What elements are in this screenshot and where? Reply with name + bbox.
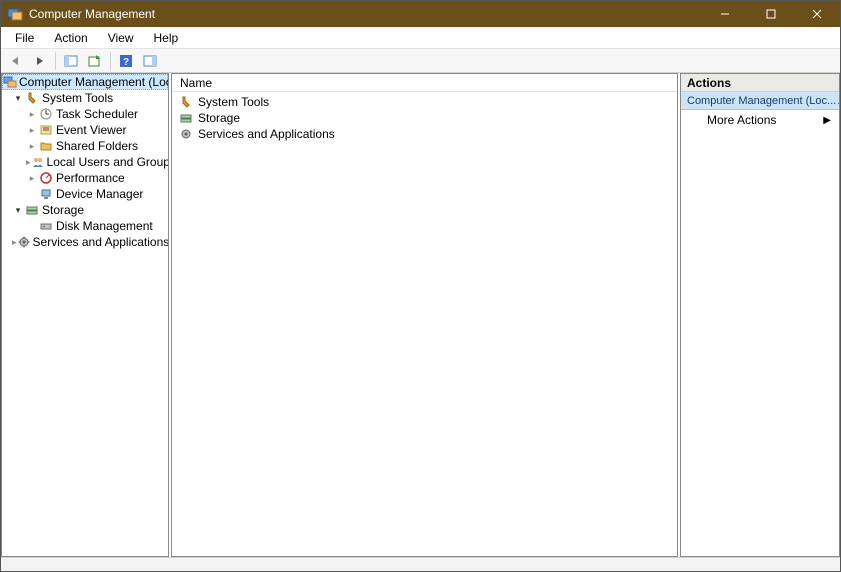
tree-label: Disk Management: [56, 219, 153, 233]
list-item-label: Storage: [198, 111, 240, 125]
actions-item-more-actions[interactable]: More Actions ▶: [681, 110, 839, 130]
tree-node-storage[interactable]: Storage: [2, 202, 168, 218]
list-item-label: Services and Applications: [198, 127, 335, 141]
expander-icon[interactable]: [12, 93, 24, 104]
menu-action[interactable]: Action: [44, 29, 97, 47]
forward-button[interactable]: [29, 51, 51, 71]
computer-mgmt-icon: [3, 75, 17, 89]
menubar: File Action View Help: [1, 27, 840, 49]
system-tools-icon: [178, 95, 194, 109]
device-manager-icon: [38, 187, 54, 201]
toolbar-separator: [55, 52, 56, 70]
menu-help[interactable]: Help: [144, 29, 189, 47]
tree-node-local-users-groups[interactable]: Local Users and Groups: [2, 154, 168, 170]
menu-view[interactable]: View: [98, 29, 144, 47]
main-area: Computer Management (Local) System Tools…: [1, 73, 840, 557]
list-item-storage[interactable]: Storage: [172, 110, 677, 126]
expander-icon[interactable]: [26, 141, 38, 152]
actions-header: Actions: [681, 74, 839, 92]
app-icon: [7, 6, 23, 22]
list-column-header-name[interactable]: Name: [172, 74, 677, 92]
maximize-button[interactable]: [748, 1, 794, 27]
help-button[interactable]: ?: [115, 51, 137, 71]
back-button[interactable]: [5, 51, 27, 71]
event-viewer-icon: [38, 123, 54, 137]
tree-node-device-manager[interactable]: Device Manager: [2, 186, 168, 202]
tree-node-disk-management[interactable]: Disk Management: [2, 218, 168, 234]
users-groups-icon: [31, 155, 45, 169]
expander-icon[interactable]: [26, 173, 38, 184]
actions-context-heading[interactable]: Computer Management (Loc... ▲: [681, 92, 839, 110]
list-pane[interactable]: Name System Tools Storage Services and A…: [171, 73, 678, 557]
tree-node-shared-folders[interactable]: Shared Folders: [2, 138, 168, 154]
tree-label: Performance: [56, 171, 125, 185]
services-icon: [17, 235, 31, 249]
list-item-label: System Tools: [198, 95, 269, 109]
actions-item-label: More Actions: [707, 113, 776, 127]
tree-label: Task Scheduler: [56, 107, 138, 121]
close-button[interactable]: [794, 1, 840, 27]
titlebar[interactable]: Computer Management: [1, 1, 840, 27]
shared-folders-icon: [38, 139, 54, 153]
export-list-button[interactable]: [84, 51, 106, 71]
tree-label: System Tools: [42, 91, 113, 105]
tree-label: Local Users and Groups: [47, 155, 169, 169]
submenu-arrow-icon: ▶: [823, 115, 831, 126]
tree-label: Storage: [42, 203, 84, 217]
tree-node-services-applications[interactable]: Services and Applications: [2, 234, 168, 250]
list-body: System Tools Storage Services and Applic…: [172, 92, 677, 556]
task-scheduler-icon: [38, 107, 54, 121]
list-item-services-applications[interactable]: Services and Applications: [172, 126, 677, 142]
disk-management-icon: [38, 219, 54, 233]
storage-icon: [24, 203, 40, 217]
tree-root-label: Computer Management (Local): [19, 75, 169, 89]
toolbar: ?: [1, 49, 840, 73]
tree-label: Device Manager: [56, 187, 143, 201]
system-tools-icon: [24, 91, 40, 105]
svg-text:?: ?: [123, 57, 129, 68]
expander-icon[interactable]: [26, 109, 38, 120]
tree-node-performance[interactable]: Performance: [2, 170, 168, 186]
statusbar: [1, 557, 840, 571]
expander-icon[interactable]: [12, 205, 24, 216]
storage-icon: [178, 111, 194, 125]
services-icon: [178, 127, 194, 141]
tree-node-event-viewer[interactable]: Event Viewer: [2, 122, 168, 138]
toolbar-separator: [110, 52, 111, 70]
expander-icon[interactable]: [26, 125, 38, 136]
window-title: Computer Management: [29, 7, 702, 21]
tree-pane[interactable]: Computer Management (Local) System Tools…: [1, 73, 169, 557]
collapse-icon[interactable]: ▲: [836, 96, 839, 106]
tree-root[interactable]: Computer Management (Local): [2, 74, 168, 90]
list-item-system-tools[interactable]: System Tools: [172, 94, 677, 110]
show-hide-action-pane-button[interactable]: [139, 51, 161, 71]
performance-icon: [38, 171, 54, 185]
actions-pane: Actions Computer Management (Loc... ▲ Mo…: [680, 73, 840, 557]
tree-label: Shared Folders: [56, 139, 138, 153]
show-hide-tree-button[interactable]: [60, 51, 82, 71]
menu-file[interactable]: File: [5, 29, 44, 47]
tree-label: Services and Applications: [33, 235, 169, 249]
actions-context-label: Computer Management (Loc...: [687, 95, 836, 107]
tree-node-system-tools[interactable]: System Tools: [2, 90, 168, 106]
minimize-button[interactable]: [702, 1, 748, 27]
tree-node-task-scheduler[interactable]: Task Scheduler: [2, 106, 168, 122]
tree-label: Event Viewer: [56, 123, 126, 137]
